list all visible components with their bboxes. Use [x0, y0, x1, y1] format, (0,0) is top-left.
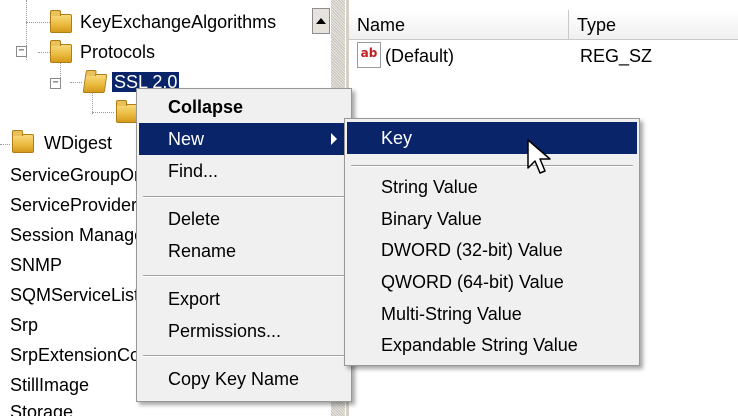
menu-item-new-binary-value[interactable]: Binary Value: [347, 203, 637, 235]
menu-item-new[interactable]: New: [139, 123, 349, 155]
value-name: (Default): [385, 46, 455, 66]
folder-icon: [50, 10, 72, 33]
menu-item-label: String Value: [381, 177, 478, 197]
column-header-name[interactable]: Name: [349, 10, 569, 40]
menu-item-new-string-value[interactable]: String Value: [347, 171, 637, 203]
value-row-default[interactable]: (Default): [385, 42, 454, 70]
context-menu: Collapse New Find... Delete Rename Expor…: [136, 88, 352, 402]
tree-item-label: WDigest: [44, 133, 113, 153]
column-header-type[interactable]: Type: [569, 10, 738, 40]
menu-item-label: Find...: [168, 161, 219, 181]
tree-item-sqmservicelist[interactable]: SQMServiceList: [10, 281, 139, 309]
menu-item-label: Binary Value: [381, 209, 482, 229]
mouse-pointer-icon: [527, 139, 551, 174]
column-header-label: Name: [357, 15, 406, 35]
menu-item-delete[interactable]: Delete: [139, 203, 349, 235]
menu-item-new-qword-value[interactable]: QWORD (64-bit) Value: [347, 266, 637, 298]
menu-item-find[interactable]: Find...: [139, 155, 349, 187]
menu-item-new-dword-value[interactable]: DWORD (32-bit) Value: [347, 234, 637, 266]
menu-item-copy-key-name[interactable]: Copy Key Name: [139, 363, 349, 395]
menu-item-label: Permissions...: [168, 321, 282, 341]
tree-item-session-manager[interactable]: Session Manager: [10, 221, 150, 249]
scroll-up-button[interactable]: [312, 8, 330, 34]
tree-item-label: Protocols: [80, 42, 156, 62]
tree-connector: [26, 22, 50, 23]
string-value-icon: ab: [357, 42, 381, 68]
tree-item-srp[interactable]: Srp: [10, 311, 38, 339]
tree-item-label: SQMServiceList: [10, 285, 140, 305]
menu-item-permissions[interactable]: Permissions...: [139, 315, 349, 347]
menu-item-label: Expandable String Value: [381, 335, 578, 355]
menu-item-label: Rename: [168, 241, 237, 261]
folder-icon: [116, 100, 138, 123]
tree-item-stillimage[interactable]: StillImage: [10, 371, 89, 399]
menu-item-label: Collapse: [168, 97, 244, 117]
tree-item-label: SNMP: [10, 255, 63, 275]
tree-item-storage[interactable]: Storage: [10, 398, 73, 416]
menu-item-label: Multi-String Value: [381, 304, 522, 324]
tree-item-label: Srp: [10, 315, 39, 335]
menu-separator: [143, 275, 345, 277]
tree-item-label: StillImage: [10, 375, 90, 395]
value-type: REG_SZ: [580, 46, 653, 66]
collapse-expander-icon[interactable]: −: [50, 78, 61, 89]
folder-icon: [50, 40, 72, 63]
tree-connector: [92, 112, 114, 113]
menu-item-new-expandable-string-value[interactable]: Expandable String Value: [347, 329, 637, 361]
tree-connector: [38, 52, 50, 53]
tree-item-label: Storage: [10, 402, 74, 416]
menu-separator: [143, 355, 345, 357]
folder-icon: [12, 130, 34, 153]
new-submenu: Key String Value Binary Value DWORD (32-…: [344, 118, 640, 366]
tree-item-wdigest[interactable]: WDigest: [44, 129, 112, 157]
column-header-label: Type: [577, 15, 617, 35]
menu-item-export[interactable]: Export: [139, 283, 349, 315]
menu-item-label: QWORD (64-bit) Value: [381, 272, 564, 292]
menu-item-label: DWORD (32-bit) Value: [381, 240, 563, 260]
tree-item-snmp[interactable]: SNMP: [10, 251, 62, 279]
tree-item-label: ServiceProvider: [10, 195, 138, 215]
menu-item-new-multi-string-value[interactable]: Multi-String Value: [347, 298, 637, 330]
tree-connector: [70, 82, 82, 83]
tree-connector: [92, 92, 93, 114]
menu-item-label: Copy Key Name: [168, 369, 300, 389]
tree-item-serviceprovider[interactable]: ServiceProvider: [10, 191, 137, 219]
tree-item-keyexchangealgorithms[interactable]: KeyExchangeAlgorithms: [80, 8, 276, 36]
menu-item-collapse[interactable]: Collapse: [139, 91, 349, 123]
menu-item-rename[interactable]: Rename: [139, 235, 349, 267]
tree-item-label: Session Manager: [10, 225, 151, 245]
open-folder-icon: [82, 74, 108, 93]
tree-connector: [0, 144, 10, 145]
tree-item-label: KeyExchangeAlgorithms: [80, 12, 277, 32]
collapse-expander-icon[interactable]: −: [16, 46, 27, 57]
menu-item-new-key[interactable]: Key: [347, 122, 637, 154]
menu-item-label: Export: [168, 289, 221, 309]
menu-separator: [143, 196, 345, 198]
menu-item-label: New: [168, 129, 205, 149]
menu-item-label: Key: [381, 128, 413, 148]
tree-item-protocols[interactable]: Protocols: [80, 38, 155, 66]
submenu-arrow-icon: [331, 133, 337, 145]
menu-item-label: Delete: [168, 209, 221, 229]
menu-separator: [351, 165, 633, 167]
